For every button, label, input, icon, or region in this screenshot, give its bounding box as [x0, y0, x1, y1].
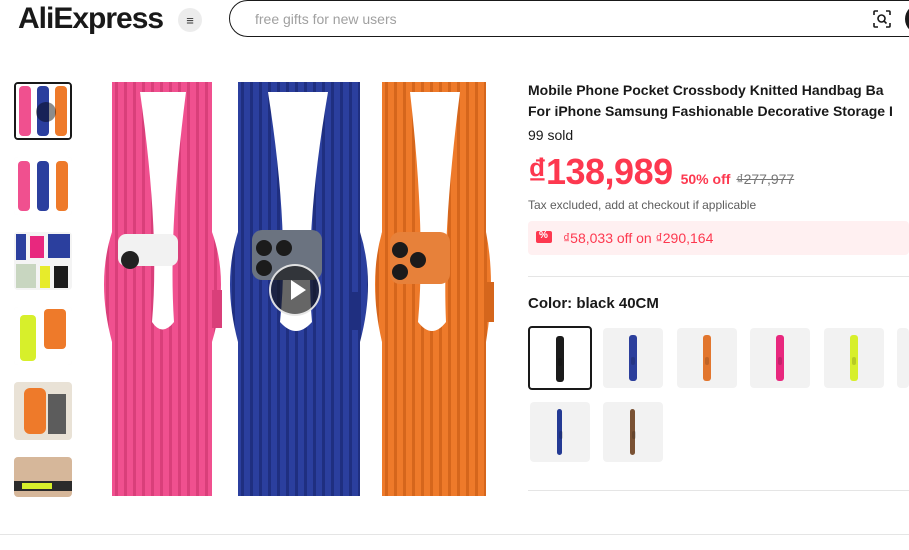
- color-option-yellow[interactable]: [824, 328, 884, 388]
- color-option-blue[interactable]: [603, 328, 663, 388]
- coupon-text: ₫58,033 off on ₫290,164: [563, 230, 714, 246]
- color-option-partial[interactable]: [897, 328, 909, 388]
- swatch-strap: [703, 335, 711, 381]
- color-option-orange[interactable]: [677, 328, 737, 388]
- swatch-strap: [557, 409, 563, 455]
- swatch-strap: [629, 335, 637, 381]
- aliexpress-logo[interactable]: AliExpress: [18, 2, 164, 36]
- thumbnail-3[interactable]: [14, 232, 72, 290]
- swatch-strap: [630, 409, 636, 455]
- divider: [528, 490, 909, 491]
- thumbnail-2[interactable]: [14, 157, 72, 215]
- color-option-black[interactable]: [528, 326, 592, 390]
- product-info: Mobile Phone Pocket Crossbody Knitted Ha…: [528, 80, 909, 255]
- search-bar: [229, 0, 909, 37]
- color-label: Color: black 40CM: [528, 295, 659, 312]
- thumbnail-video[interactable]: [14, 82, 72, 140]
- color-option-blue-thin[interactable]: [530, 402, 590, 462]
- current-price: ₫138,989: [528, 151, 673, 192]
- section-divider: [0, 534, 909, 535]
- image-search-icon[interactable]: [872, 9, 892, 29]
- tax-note: Tax excluded, add at checkout if applica…: [528, 198, 757, 212]
- sold-count: 99 sold: [528, 127, 574, 143]
- thumbnail-6[interactable]: [14, 457, 72, 497]
- product-title-line2: For iPhone Samsung Fashionable Decorativ…: [528, 103, 893, 119]
- product-title-line1: Mobile Phone Pocket Crossbody Knitted Ha…: [528, 82, 884, 98]
- discount-badge: 50% off: [680, 171, 731, 187]
- color-option-pink[interactable]: [750, 328, 810, 388]
- search-input[interactable]: [255, 9, 815, 29]
- logo-text: AliExpress: [18, 2, 164, 35]
- original-price: ₫277,977: [736, 171, 795, 187]
- main-product-image[interactable]: [100, 82, 496, 496]
- video-play-button[interactable]: [269, 264, 321, 316]
- thumbnail-5[interactable]: [14, 382, 72, 440]
- swatch-strap: [556, 336, 564, 382]
- divider: [528, 276, 909, 277]
- swatch-strap: [850, 335, 858, 381]
- menu-button[interactable]: ≡: [178, 8, 202, 32]
- thumbnail-4[interactable]: [14, 307, 72, 365]
- price-row: ₫138,989 50% off ₫277,977: [528, 151, 909, 193]
- coupon-banner[interactable]: ₫58,033 off on ₫290,164: [528, 221, 909, 255]
- header: AliExpress ≡: [0, 0, 909, 40]
- hamburger-menu-icon: ≡: [186, 12, 194, 28]
- color-option-brown[interactable]: [603, 402, 663, 462]
- search-button[interactable]: [905, 4, 909, 34]
- swatch-strap: [776, 335, 784, 381]
- play-icon: [36, 102, 56, 122]
- coupon-icon: [536, 230, 552, 243]
